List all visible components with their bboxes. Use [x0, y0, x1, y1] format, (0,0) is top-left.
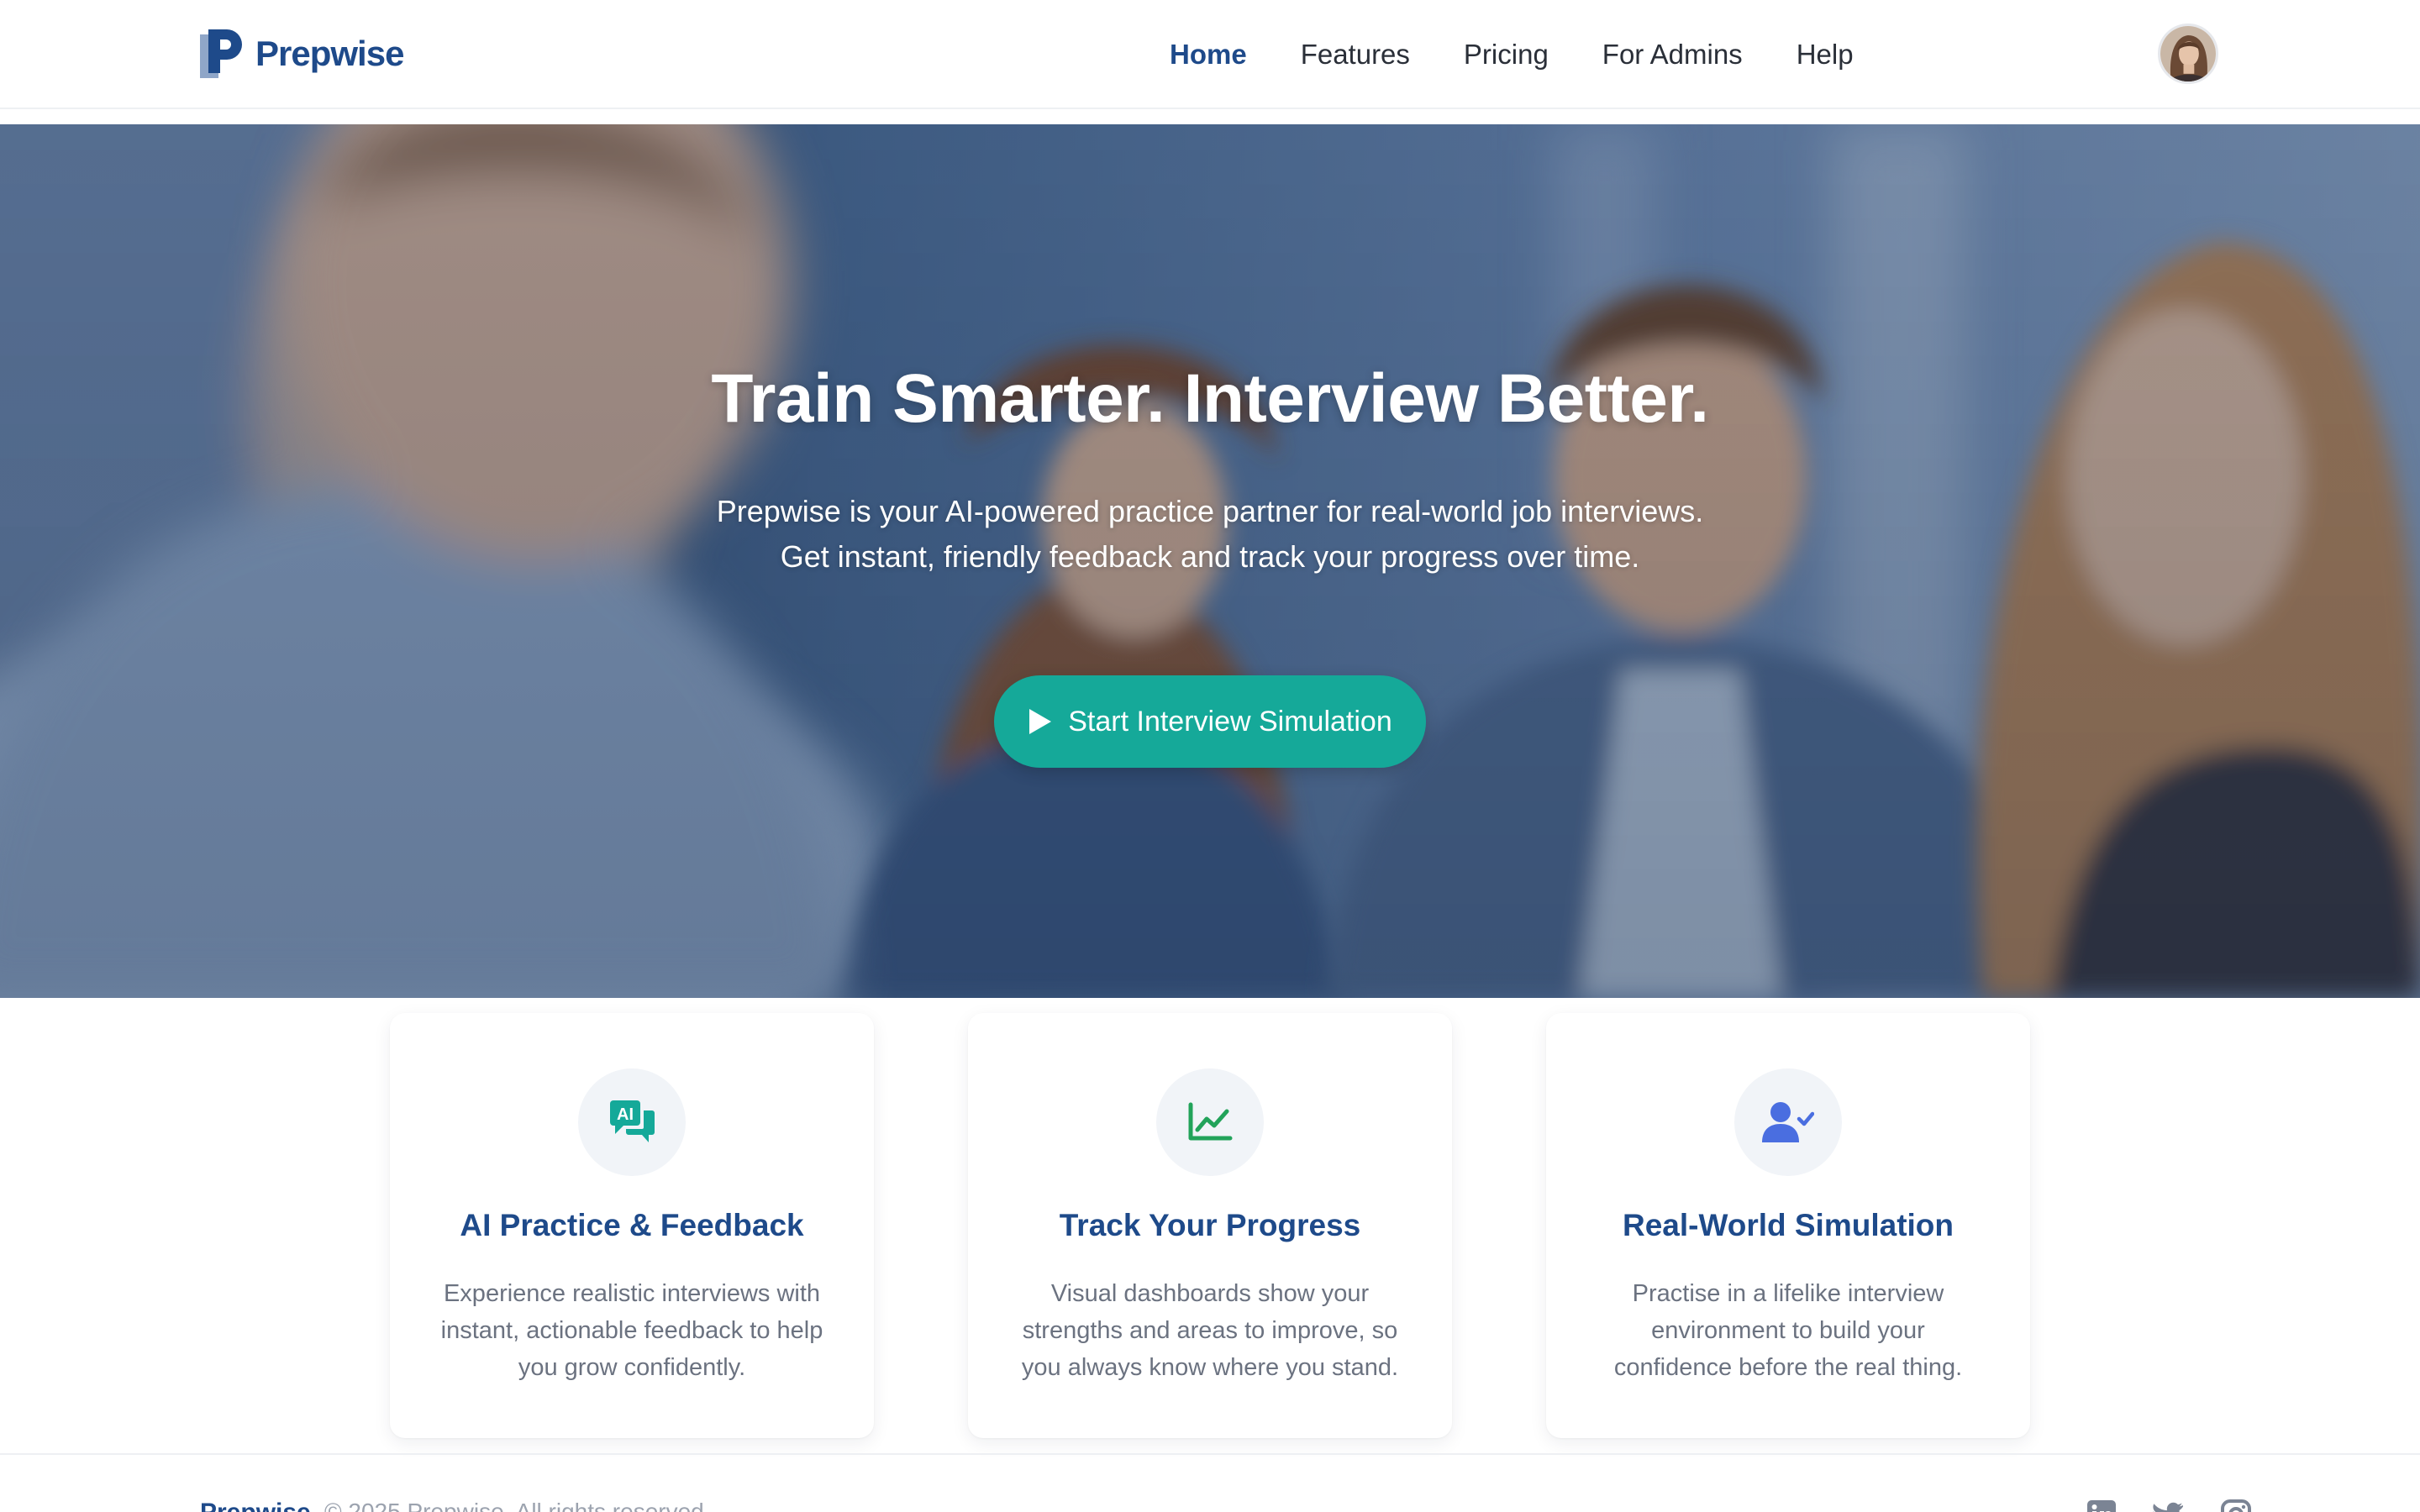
feature-icon-badge	[1156, 1068, 1264, 1176]
feature-title: AI Practice & Feedback	[460, 1208, 804, 1242]
hero-subtitle-line: Get instant, friendly feedback and track…	[780, 539, 1640, 574]
feature-description-line: strengths and areas to improve, so	[1022, 1317, 1398, 1344]
feature-description: Experience realistic interviews with ins…	[424, 1275, 840, 1386]
nav-help[interactable]: Help	[1797, 39, 1854, 71]
feature-card-ai-practice: AI AI Practice & Feedback Experience rea…	[390, 1013, 874, 1438]
footer: Prepwise © 2025 Prepwise. All rights res…	[0, 1453, 2420, 1512]
start-interview-button[interactable]: Start Interview Simulation	[994, 675, 1426, 768]
twitter-icon[interactable]	[2153, 1499, 2185, 1512]
feature-card-real-world: Real-World Simulation Practise in a life…	[1546, 1013, 2030, 1438]
top-header: Prepwise Home Features Pricing For Admin…	[0, 0, 2420, 109]
feature-description-line: environment to build your	[1651, 1317, 1925, 1344]
feature-description: Practise in a lifelike interview environ…	[1580, 1275, 1996, 1386]
hero-title: Train Smarter. Interview Better.	[711, 360, 1709, 437]
instagram-icon[interactable]	[2220, 1499, 2252, 1512]
footer-brand[interactable]: Prepwise	[200, 1499, 311, 1512]
user-avatar[interactable]	[2158, 24, 2218, 84]
social-links	[2050, 1499, 2252, 1512]
nav-features[interactable]: Features	[1301, 39, 1410, 71]
ai-chat-icon: AI	[610, 1100, 655, 1142]
nav-for-admins[interactable]: For Admins	[1602, 39, 1743, 71]
play-icon	[1029, 709, 1052, 734]
feature-description-line: confidence before the real thing.	[1613, 1354, 1963, 1381]
hero-subtitle: Prepwise is your AI-powered practice par…	[0, 489, 2420, 580]
feature-icon-badge	[1734, 1068, 1842, 1176]
feature-description-line: Visual dashboards show your	[1050, 1280, 1370, 1307]
nav-pricing[interactable]: Pricing	[1464, 39, 1549, 71]
feature-title: Track Your Progress	[1059, 1208, 1361, 1242]
footer-copyright: © 2025 Prepwise. All rights reserved.	[324, 1499, 711, 1512]
brand-logo[interactable]: Prepwise	[200, 29, 404, 79]
avatar-image	[2160, 26, 2216, 81]
hero-section: Train Smarter. Interview Better. Prepwis…	[0, 124, 2420, 998]
brand-name: Prepwise	[255, 34, 404, 73]
feature-title: Real-World Simulation	[1622, 1208, 1954, 1242]
user-check-icon	[1762, 1102, 1814, 1142]
feature-description-line: you always know where you stand.	[1021, 1354, 1399, 1381]
feature-description-line: Experience realistic interviews with	[443, 1280, 821, 1307]
nav-home[interactable]: Home	[1170, 39, 1247, 71]
linkedin-icon[interactable]	[2086, 1499, 2118, 1512]
p-logo-icon	[200, 29, 242, 78]
feature-description-line: instant, actionable feedback to help	[440, 1317, 823, 1344]
feature-description-line: Practise in a lifelike interview	[1632, 1280, 1944, 1307]
main-nav: Home Features Pricing For Admins Help	[1170, 34, 1907, 76]
feature-card-track-progress: Track Your Progress Visual dashboards sh…	[968, 1013, 1452, 1438]
chart-line-icon	[1188, 1102, 1233, 1141]
feature-description-line: you grow confidently.	[518, 1354, 746, 1381]
svg-text:AI: AI	[617, 1105, 634, 1124]
hero-subtitle-line: Prepwise is your AI-powered practice par…	[716, 494, 1704, 528]
start-interview-label: Start Interview Simulation	[1068, 705, 1392, 738]
feature-description: Visual dashboards show your strengths an…	[1002, 1275, 1418, 1386]
feature-icon-badge: AI	[578, 1068, 686, 1176]
